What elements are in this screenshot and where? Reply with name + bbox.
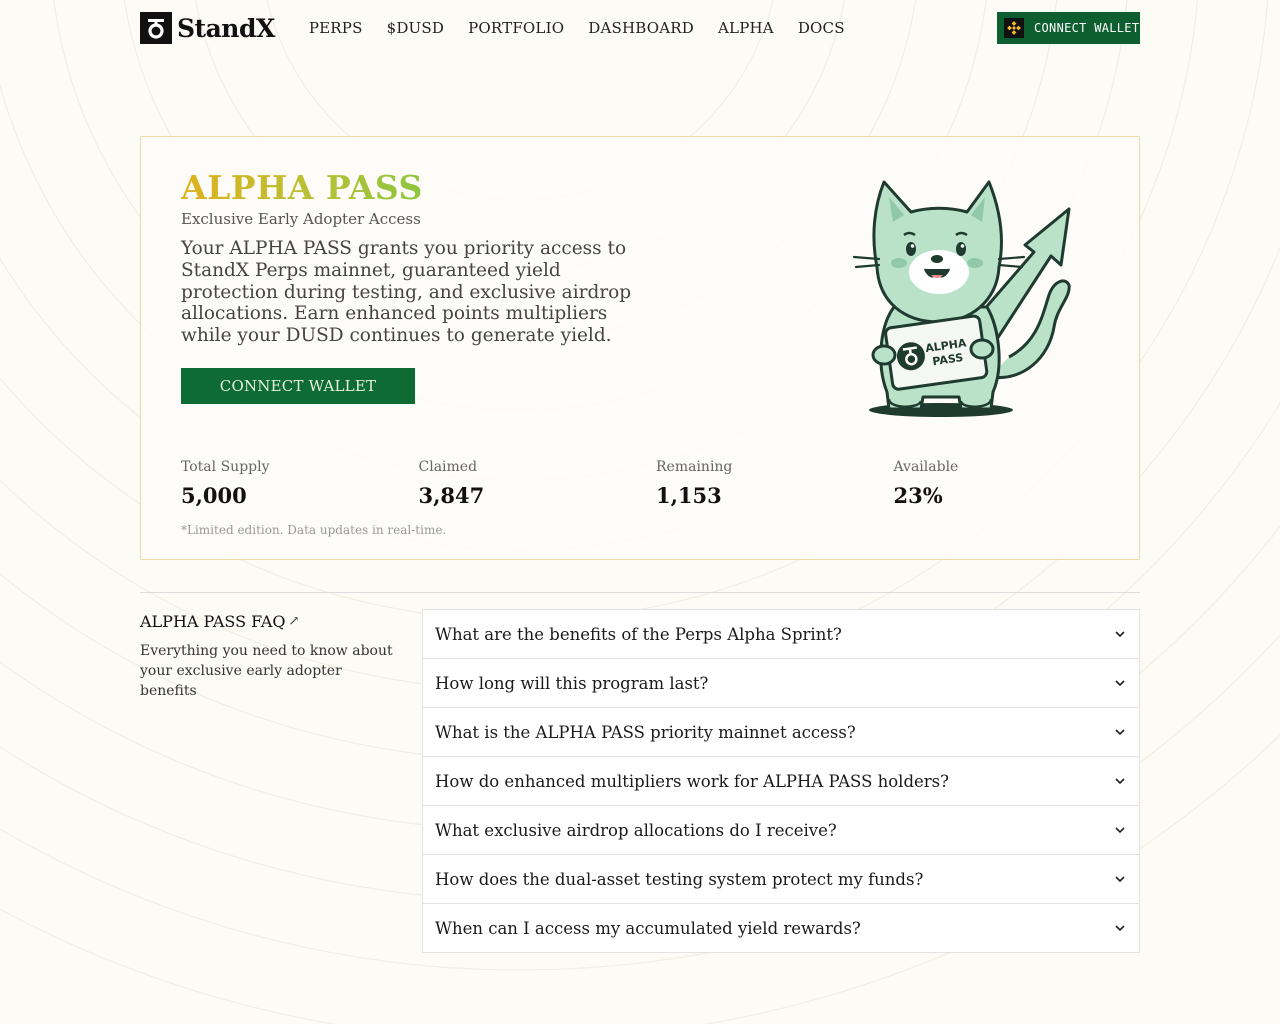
chevron-down-icon (1113, 627, 1127, 641)
hero-title: ALPHA PASS (181, 168, 423, 207)
hero-connect-wallet-button[interactable]: CONNECT WALLET (181, 368, 415, 404)
faq-question: What exclusive airdrop allocations do I … (435, 820, 837, 840)
stat-remaining: Remaining 1,153 (656, 459, 894, 508)
faq-item[interactable]: What is the ALPHA PASS priority mainnet … (423, 708, 1139, 757)
header-connect-wallet-button[interactable]: CONNECT WALLET (997, 12, 1140, 44)
faq-item[interactable]: What exclusive airdrop allocations do I … (423, 806, 1139, 855)
chevron-down-icon (1113, 676, 1127, 690)
stat-total-supply: Total Supply 5,000 (181, 459, 419, 508)
faq-accordion: What are the benefits of the Perps Alpha… (422, 609, 1140, 953)
alpha-pass-cat-mascot: ALPHA PASS (852, 180, 1071, 417)
hero-subtitle: Exclusive Early Adopter Access (181, 210, 421, 228)
faq-question: What is the ALPHA PASS priority mainnet … (435, 722, 856, 742)
nav-item-alpha[interactable]: ALPHA (718, 19, 774, 37)
faq-item[interactable]: How long will this program last? (423, 659, 1139, 708)
nav-item-perps[interactable]: PERPS (309, 19, 363, 37)
faq-item[interactable]: How does the dual-asset testing system p… (423, 855, 1139, 904)
hero-description: Your ALPHA PASS grants you priority acce… (181, 238, 632, 347)
stat-value: 1,153 (656, 483, 722, 508)
nav-item-portfolio[interactable]: PORTFOLIO (468, 19, 564, 37)
stat-value: 23% (893, 483, 943, 508)
faq-item[interactable]: What are the benefits of the Perps Alpha… (423, 610, 1139, 659)
chevron-down-icon (1113, 774, 1127, 788)
top-nav-bar: StandX PERPS $DUSD PORTFOLIO DASHBOARD A… (140, 12, 1140, 44)
stat-value: 5,000 (181, 483, 247, 508)
faq-item[interactable]: When can I access my accumulated yield r… (423, 904, 1139, 952)
hero-note: *Limited edition. Data updates in real-t… (181, 523, 447, 537)
stat-label: Total Supply (181, 459, 270, 475)
faq-question: How long will this program last? (435, 673, 709, 693)
chevron-down-icon (1113, 823, 1127, 837)
stat-available: Available 23% (894, 459, 1132, 508)
faq-question: When can I access my accumulated yield r… (435, 918, 861, 938)
chevron-down-icon (1113, 725, 1127, 739)
header-connect-wallet-label: CONNECT WALLET (1034, 21, 1140, 35)
faq-question: How does the dual-asset testing system p… (435, 869, 924, 889)
standx-logo-icon (140, 12, 172, 44)
faq-title[interactable]: ALPHA PASS FAQ ↗ (140, 612, 400, 631)
faq-question: What are the benefits of the Perps Alpha… (435, 624, 842, 644)
stat-label: Claimed (418, 459, 478, 475)
nav-item-dashboard[interactable]: DASHBOARD (588, 19, 694, 37)
faq-title-text: ALPHA PASS FAQ (140, 612, 286, 631)
chevron-down-icon (1113, 921, 1127, 935)
nav-item-docs[interactable]: DOCS (798, 19, 845, 37)
brand-name: StandX (177, 13, 275, 43)
stat-label: Available (893, 459, 959, 475)
stat-claimed: Claimed 3,847 (419, 459, 657, 508)
section-divider (140, 592, 1140, 593)
faq-intro: ALPHA PASS FAQ ↗ Everything you need to … (140, 612, 400, 701)
alpha-pass-hero-card: ALPHA PASS Exclusive Early Adopter Acces… (140, 136, 1140, 560)
external-arrow-icon: ↗ (288, 614, 300, 629)
stat-value: 3,847 (418, 483, 485, 508)
stat-label: Remaining (656, 459, 733, 475)
bnb-icon (1004, 18, 1024, 38)
main-nav: PERPS $DUSD PORTFOLIO DASHBOARD ALPHA DO… (309, 19, 869, 37)
chevron-down-icon (1113, 872, 1127, 886)
faq-description: Everything you need to know about your e… (140, 643, 393, 699)
page: StandX PERPS $DUSD PORTFOLIO DASHBOARD A… (0, 0, 1280, 1024)
nav-item-dusd[interactable]: $DUSD (387, 19, 445, 37)
brand-logo[interactable]: StandX (140, 12, 275, 44)
faq-item[interactable]: How do enhanced multipliers work for ALP… (423, 757, 1139, 806)
faq-question: How do enhanced multipliers work for ALP… (435, 771, 949, 791)
pass-stats-row: Total Supply 5,000 Claimed 3,847 Remaini… (181, 459, 1131, 508)
